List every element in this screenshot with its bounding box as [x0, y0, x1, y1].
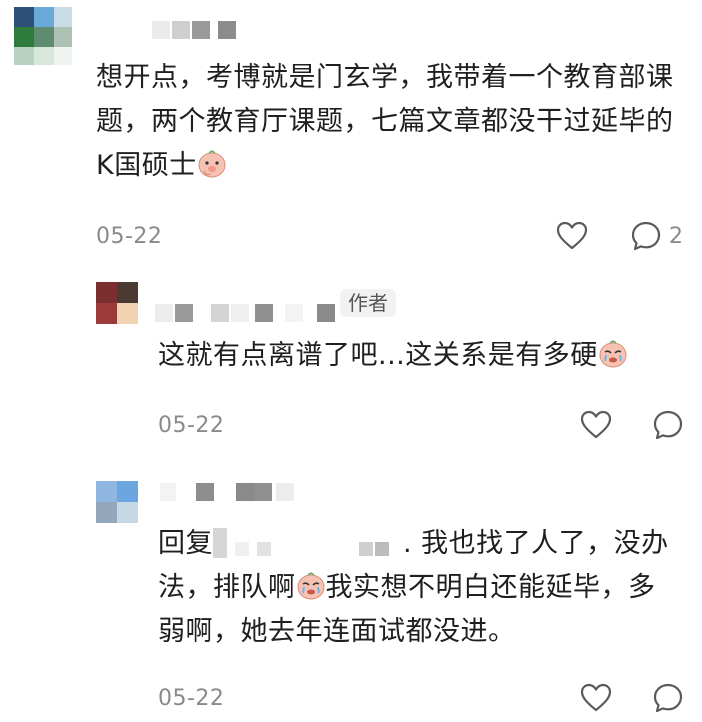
reply-text: 回复 . 我也找了人了，没办 法，排队啊 我实想不明白还能延毕，多 弱啊，她去年… — [158, 528, 669, 647]
heart-icon[interactable] — [580, 683, 612, 713]
reply-date: 05-22 — [158, 413, 225, 438]
username-blurred[interactable] — [155, 304, 345, 322]
author-badge: 作者 — [340, 289, 396, 317]
avatar[interactable] — [96, 481, 138, 523]
reply-date: 05-22 — [158, 686, 225, 711]
heart-icon[interactable] — [556, 221, 588, 251]
comment-bubble-icon[interactable] — [652, 682, 684, 714]
avatar[interactable] — [14, 7, 72, 65]
comment-text: 想开点，考博就是门玄学，我带着一个教育部课 题，两个教育厅课题，七篇文章都没干过… — [96, 62, 674, 181]
comment-bubble-icon[interactable] — [630, 220, 662, 252]
username-blurred[interactable] — [160, 483, 300, 501]
reply-text: 这就有点离谱了吧...这关系是有多硬 — [158, 334, 688, 378]
pig-face-emoji — [198, 150, 226, 178]
comment-date: 05-22 — [96, 224, 163, 249]
username-blurred[interactable] — [152, 21, 242, 39]
comment-bubble-icon[interactable] — [652, 409, 684, 441]
heart-icon[interactable] — [580, 410, 612, 440]
reply-count: 2 — [669, 224, 683, 249]
mentioned-username-blurred[interactable] — [213, 528, 403, 558]
avatar[interactable] — [96, 282, 138, 324]
pig-face-emoji — [599, 340, 627, 368]
pig-face-emoji — [297, 572, 324, 600]
